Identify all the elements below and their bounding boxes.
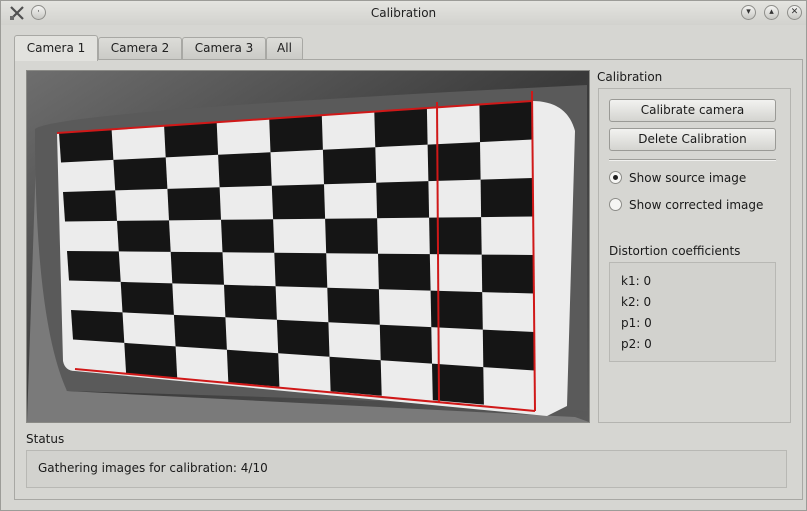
checker-square [325, 218, 378, 254]
checker-square [378, 253, 431, 291]
checker-square [173, 314, 227, 350]
calibrate-camera-button[interactable]: Calibrate camera [609, 99, 776, 122]
radio-checked-icon[interactable] [609, 171, 622, 184]
checker-square [481, 254, 534, 294]
close-button[interactable]: ✕ [787, 5, 802, 20]
coef-k1: k1: 0 [621, 274, 652, 288]
checker-square [374, 108, 428, 148]
checkerboard-image [27, 71, 589, 422]
checker-square [120, 281, 174, 315]
checker-square [427, 142, 481, 182]
tab-camera-1[interactable]: Camera 1 [14, 35, 98, 61]
checker-square [167, 187, 221, 221]
checker-square [224, 284, 277, 320]
checker-square [63, 190, 117, 222]
status-message: Gathering images for calibration: 4/10 [38, 461, 268, 475]
calibration-window: · Calibration ▾ ▴ ✕ Camera 1 Camera 2 Ca… [0, 0, 807, 511]
checker-square [327, 287, 380, 325]
calibration-group-title: Calibration [597, 70, 663, 84]
coef-p2: p2: 0 [621, 337, 652, 351]
checker-square [479, 101, 533, 143]
checker-square [67, 251, 121, 282]
checker-square [170, 251, 224, 285]
checker-square [271, 184, 326, 220]
checker-square [276, 319, 330, 357]
coef-p1: p1: 0 [621, 316, 652, 330]
checker-square [329, 356, 382, 396]
checker-square [482, 329, 535, 371]
checker-square [480, 178, 534, 218]
distortion-coefficients-box: k1: 0 k2: 0 p1: 0 p2: 0 [609, 262, 776, 362]
camera-image-view [26, 70, 590, 423]
window-title: Calibration [370, 6, 437, 20]
tab-panel: Calibration Calibrate camera Delete Cali… [14, 59, 803, 500]
checker-square [376, 181, 430, 219]
checker-square [226, 349, 280, 387]
checker-square [117, 220, 171, 252]
checker-square [322, 147, 377, 185]
calibration-group: Calibrate camera Delete Calibration Show… [598, 88, 791, 423]
minimize-button[interactable]: ▾ [741, 5, 756, 20]
checker-square [379, 324, 432, 364]
delete-calibration-button[interactable]: Delete Calibration [609, 128, 776, 151]
separator [609, 159, 776, 161]
checker-square [59, 129, 114, 163]
status-box: Gathering images for calibration: 4/10 [26, 450, 787, 488]
radio-unchecked-icon[interactable] [609, 198, 622, 211]
checker-square [218, 152, 272, 188]
coef-k2: k2: 0 [621, 295, 652, 309]
status-title: Status [26, 432, 65, 446]
checker-square [124, 342, 178, 378]
checker-square [269, 115, 323, 153]
checker-square [71, 310, 125, 343]
checker-square [221, 219, 275, 253]
checker-square [113, 157, 168, 191]
tab-all[interactable]: All [266, 37, 303, 60]
tab-camera-2[interactable]: Camera 2 [98, 37, 182, 60]
title-bar[interactable]: · Calibration ▾ ▴ ✕ [1, 1, 806, 25]
maximize-button[interactable]: ▴ [764, 5, 779, 20]
checker-square [274, 252, 328, 288]
distortion-title: Distortion coefficients [609, 244, 741, 258]
checker-square [164, 122, 219, 158]
tab-camera-3[interactable]: Camera 3 [182, 37, 266, 60]
